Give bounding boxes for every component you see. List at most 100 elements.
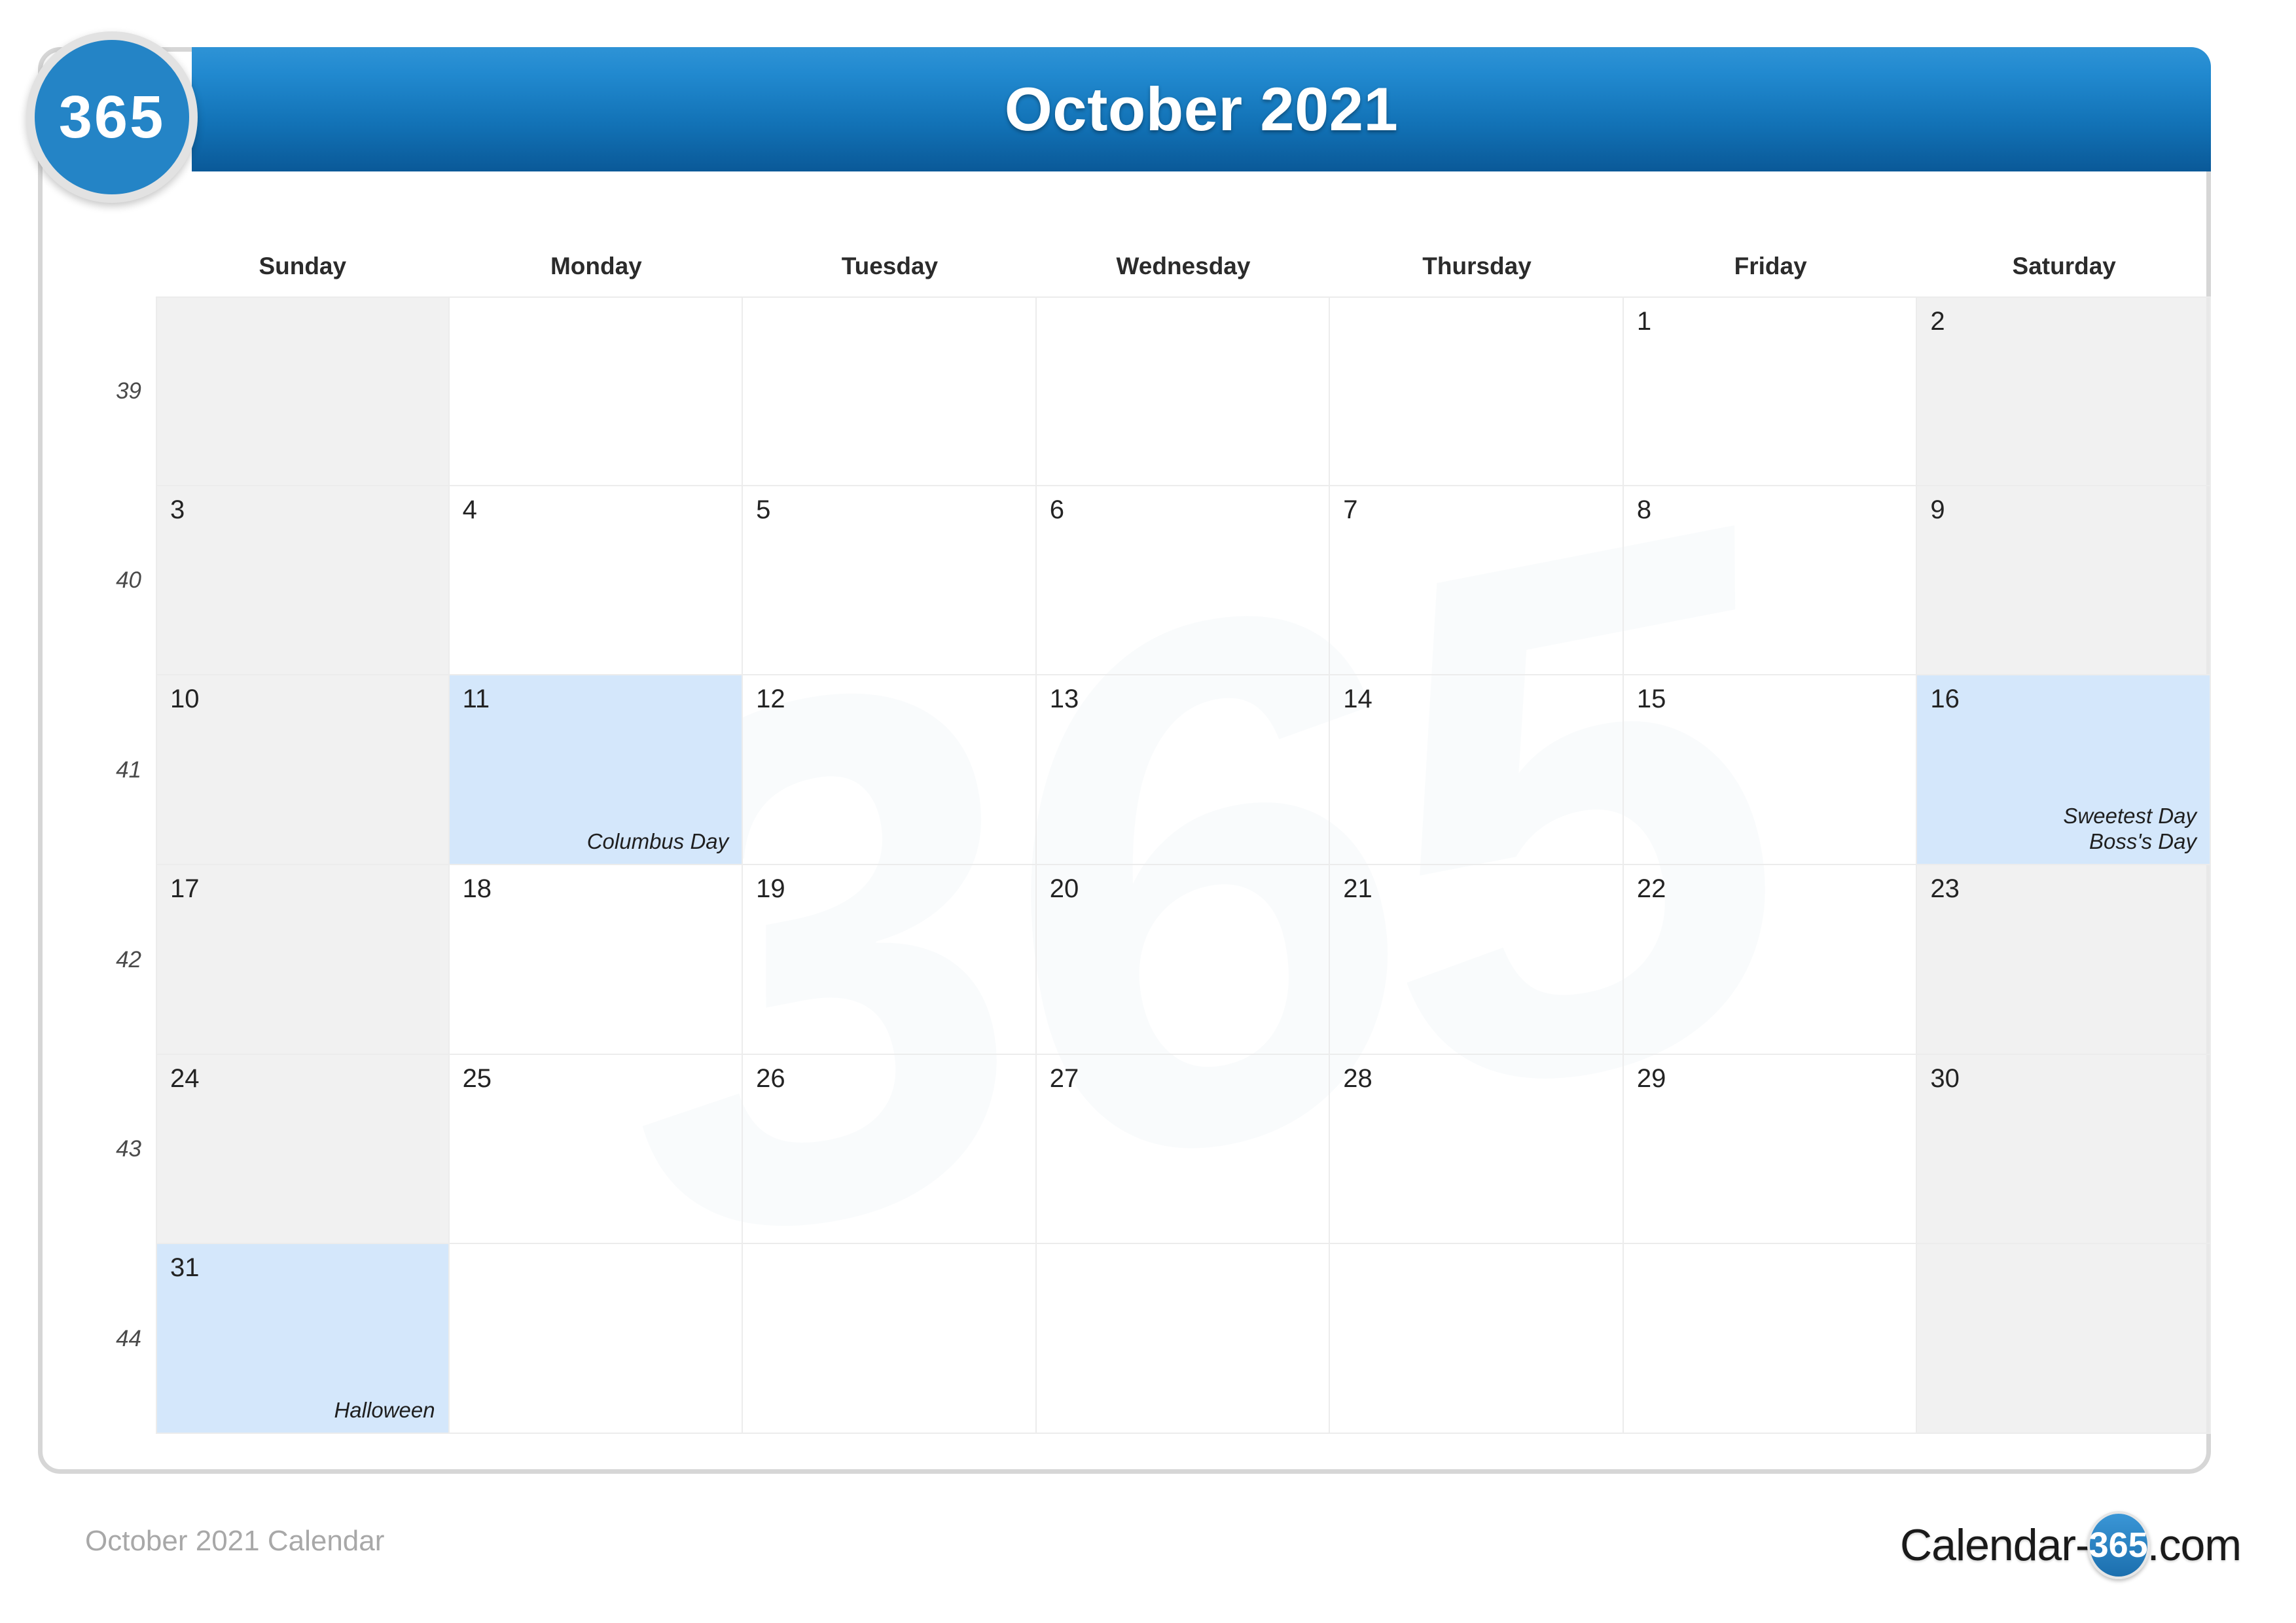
weekday-header-thursday: Thursday [1422, 253, 1532, 279]
day-number: 30 [1930, 1063, 1960, 1093]
day-cell[interactable]: 2 [1917, 296, 2211, 486]
day-number: 8 [1636, 495, 1652, 524]
day-cell[interactable]: 7 [1330, 486, 1624, 676]
day-cell[interactable]: 23 [1917, 865, 2211, 1055]
day-number: 15 [1636, 685, 1666, 714]
day-number: 14 [1343, 685, 1372, 714]
day-number: 20 [1049, 874, 1079, 903]
weekday-header-row: Sunday Monday Tuesday Wednesday Thursday Frid… [156, 243, 2211, 289]
day-cell[interactable]: 30 [1917, 1054, 2211, 1245]
day-cell[interactable]: 25 [449, 1054, 744, 1245]
week-number-39: 39 [116, 378, 141, 404]
day-cell-empty [743, 1244, 1037, 1434]
day-cell-empty [1917, 1244, 2211, 1434]
day-number: 25 [462, 1063, 492, 1093]
day-cell-empty [1036, 296, 1331, 486]
holiday-label-group: Columbus Day [587, 829, 728, 855]
day-number: 5 [756, 495, 771, 524]
day-number: 4 [462, 495, 477, 524]
day-number: 3 [170, 495, 185, 524]
day-cell[interactable]: 21 [1330, 865, 1624, 1055]
logo-prefix-text: Calendar- [1900, 1520, 2090, 1570]
day-number: 29 [1636, 1063, 1666, 1093]
day-cell[interactable]: 3 [156, 486, 450, 676]
weekday-header-friday: Friday [1734, 253, 1807, 279]
holiday-label: Sweetest Day [2063, 804, 2197, 829]
day-cell[interactable]: 22 [1623, 865, 1918, 1055]
holiday-label-group: Sweetest Day Boss's Day [2063, 804, 2197, 855]
day-number: 31 [170, 1253, 200, 1283]
day-cell[interactable]: 4 [449, 486, 744, 676]
logo-365-circle-label: 365 [2089, 1525, 2148, 1565]
day-cell[interactable]: 14 [1330, 675, 1624, 865]
footer-caption: October 2021 Calendar [85, 1525, 385, 1557]
calendar-grid-wrapper: 3 6 5 1234567891011Columbus Day1213141516S… [156, 296, 2211, 1434]
weekday-header-saturday: Saturday [2012, 253, 2116, 279]
logo-suffix-text: .com [2147, 1520, 2242, 1570]
day-cell[interactable]: 28 [1330, 1054, 1624, 1245]
day-cell-empty [1330, 296, 1624, 486]
day-cell[interactable]: 13 [1036, 675, 1331, 865]
day-number: 24 [170, 1063, 200, 1093]
day-cell[interactable]: 5 [743, 486, 1037, 676]
day-number: 13 [1049, 685, 1079, 714]
page-title: October 2021 [1004, 75, 1399, 143]
day-cell-empty [449, 1244, 744, 1434]
week-number-42: 42 [116, 946, 141, 972]
day-number: 6 [1049, 495, 1064, 524]
holiday-label: Boss's Day [2089, 829, 2197, 854]
day-number: 11 [462, 685, 490, 714]
brand-365-badge: 365 [26, 31, 198, 203]
day-cell[interactable]: 16 Sweetest Day Boss's Day [1917, 675, 2211, 865]
calendar-title-bar: October 2021 [192, 47, 2211, 171]
day-cell[interactable]: 18 [449, 865, 744, 1055]
day-cell[interactable]: 11 Columbus Day [449, 675, 744, 865]
week-number-44: 44 [116, 1326, 141, 1352]
holiday-label: Halloween [334, 1398, 435, 1423]
day-number: 2 [1930, 307, 1945, 336]
day-cell[interactable]: 9 [1917, 486, 2211, 676]
day-cell[interactable]: 27 [1036, 1054, 1331, 1245]
day-number: 28 [1343, 1063, 1372, 1093]
day-cell[interactable]: 15 [1623, 675, 1918, 865]
day-number: 17 [170, 874, 200, 903]
weekday-header-monday: Monday [550, 253, 642, 279]
day-cell[interactable]: 24 [156, 1054, 450, 1245]
day-number: 12 [756, 685, 785, 714]
day-cell[interactable]: 20 [1036, 865, 1331, 1055]
day-cell[interactable]: 8 [1623, 486, 1918, 676]
day-cell[interactable]: 17 [156, 865, 450, 1055]
day-cell[interactable]: 19 [743, 865, 1037, 1055]
week-number-gutter: 39 40 41 42 43 44 [59, 296, 151, 1434]
day-cell-empty [743, 296, 1037, 486]
weekday-header-wednesday: Wednesday [1116, 253, 1251, 279]
day-cell[interactable]: 6 [1036, 486, 1331, 676]
day-number: 23 [1930, 874, 1960, 903]
day-cell[interactable]: 29 [1623, 1054, 1918, 1245]
week-number-43: 43 [116, 1136, 141, 1162]
day-cell[interactable]: 12 [743, 675, 1037, 865]
day-cell-empty [1330, 1244, 1624, 1434]
day-number: 1 [1636, 307, 1652, 336]
weekday-header-sunday: Sunday [259, 253, 347, 279]
day-number: 18 [462, 874, 492, 903]
holiday-label: Columbus Day [586, 829, 729, 854]
site-logo[interactable]: Calendar- 365 .com [1900, 1511, 2242, 1579]
day-number: 7 [1343, 495, 1358, 524]
week-number-40: 40 [116, 567, 141, 594]
logo-365-circle-icon: 365 [2087, 1511, 2150, 1579]
day-cell-empty [156, 296, 450, 486]
week-number-41: 41 [116, 757, 141, 783]
day-cell[interactable]: 1 [1623, 296, 1918, 486]
day-number: 26 [756, 1063, 785, 1093]
day-cell[interactable]: 10 [156, 675, 450, 865]
calendar-grid: 1 2 3 4 5 6 7 8 9 10 11 Columbus Day 12 13 14 15 16 Sweet… [156, 296, 2211, 1434]
day-cell[interactable]: 26 [743, 1054, 1037, 1245]
day-number: 21 [1343, 874, 1372, 903]
weekday-header-tuesday: Tuesday [841, 253, 939, 279]
day-number: 9 [1930, 495, 1945, 524]
day-cell[interactable]: 31 Halloween [156, 1244, 450, 1434]
day-cell-empty [449, 296, 744, 486]
holiday-label-group: Halloween [334, 1398, 435, 1423]
day-number: 16 [1930, 685, 1960, 714]
